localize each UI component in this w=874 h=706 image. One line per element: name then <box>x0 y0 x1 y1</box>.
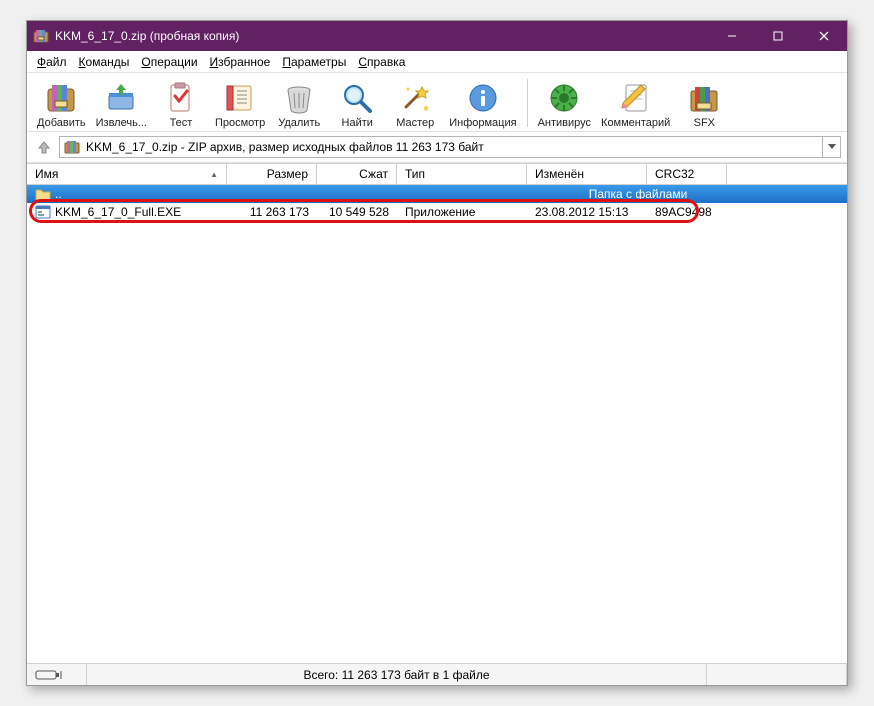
menu-favorites[interactable]: Избранное <box>204 53 277 71</box>
comment-button[interactable]: Комментарий <box>599 79 672 129</box>
status-battery-icon <box>35 669 63 681</box>
header-type[interactable]: Тип <box>397 164 527 184</box>
view-button[interactable]: Просмотр <box>213 79 267 129</box>
wizard-button[interactable]: Мастер <box>389 79 441 129</box>
header-modified[interactable]: Изменён <box>527 164 647 184</box>
wizard-label: Мастер <box>396 117 434 129</box>
file-list[interactable]: .. Папка с файлами KKM_6_17_0_Full.EXE 1… <box>27 185 847 663</box>
menu-operations[interactable]: Операции <box>135 53 203 71</box>
info-label: Информация <box>449 117 516 129</box>
address-dropdown[interactable] <box>823 136 841 158</box>
archive-icon <box>64 139 80 155</box>
antivirus-button[interactable]: Антивирус <box>536 79 593 129</box>
address-text: KKM_6_17_0.zip - ZIP архив, размер исход… <box>86 140 484 154</box>
test-label: Тест <box>170 117 193 129</box>
app-icon <box>33 28 49 44</box>
parent-type: Папка с файлами <box>397 187 847 201</box>
address-field[interactable]: KKM_6_17_0.zip - ZIP архив, размер исход… <box>59 136 823 158</box>
test-button[interactable]: Тест <box>155 79 207 129</box>
file-row[interactable]: KKM_6_17_0_Full.EXE 11 263 173 10 549 52… <box>27 203 847 221</box>
parent-name: .. <box>55 187 62 201</box>
file-name: KKM_6_17_0_Full.EXE <box>55 205 181 219</box>
file-size: 11 263 173 <box>227 205 317 219</box>
sfx-label: SFX <box>694 117 715 129</box>
file-packed: 10 549 528 <box>317 205 397 219</box>
add-label: Добавить <box>37 117 86 129</box>
wizard-icon <box>398 81 432 115</box>
window-title: KKM_6_17_0.zip (пробная копия) <box>55 29 709 43</box>
exe-icon <box>35 204 51 220</box>
info-button[interactable]: Информация <box>447 79 518 129</box>
column-headers: Имя▲ Размер Сжат Тип Изменён CRC32 <box>27 163 847 185</box>
up-button[interactable] <box>33 136 55 158</box>
comment-label: Комментарий <box>601 117 670 129</box>
delete-icon <box>282 81 316 115</box>
header-packed[interactable]: Сжат <box>317 164 397 184</box>
toolbar: Добавить Извлечь... Тест Просмотр Удалит… <box>27 73 847 132</box>
maximize-button[interactable] <box>755 21 801 51</box>
info-icon <box>466 81 500 115</box>
extract-label: Извлечь... <box>96 117 147 129</box>
add-icon <box>44 81 78 115</box>
file-type: Приложение <box>397 205 527 219</box>
folder-up-icon <box>35 186 51 202</box>
test-icon <box>164 81 198 115</box>
menu-commands[interactable]: Команды <box>73 53 136 71</box>
close-button[interactable] <box>801 21 847 51</box>
extract-button[interactable]: Извлечь... <box>94 79 149 129</box>
status-left <box>27 664 87 685</box>
sfx-icon <box>687 81 721 115</box>
file-modified: 23.08.2012 15:13 <box>527 205 647 219</box>
sfx-button[interactable]: SFX <box>678 79 730 129</box>
menu-file[interactable]: Файл <box>31 53 73 71</box>
app-window: KKM_6_17_0.zip (пробная копия) Файл Кома… <box>26 20 848 686</box>
menu-params[interactable]: Параметры <box>276 53 352 71</box>
header-name[interactable]: Имя▲ <box>27 164 227 184</box>
toolbar-separator <box>527 79 528 127</box>
address-bar: KKM_6_17_0.zip - ZIP архив, размер исход… <box>27 132 847 163</box>
view-label: Просмотр <box>215 117 265 129</box>
delete-button[interactable]: Удалить <box>273 79 325 129</box>
header-crc[interactable]: CRC32 <box>647 164 727 184</box>
menubar: Файл Команды Операции Избранное Параметр… <box>27 51 847 73</box>
find-button[interactable]: Найти <box>331 79 383 129</box>
add-button[interactable]: Добавить <box>35 79 88 129</box>
titlebar[interactable]: KKM_6_17_0.zip (пробная копия) <box>27 21 847 51</box>
find-label: Найти <box>342 117 373 129</box>
status-bar: Всего: 11 263 173 байт в 1 файле <box>27 663 847 685</box>
minimize-button[interactable] <box>709 21 755 51</box>
find-icon <box>340 81 374 115</box>
menu-help[interactable]: Справка <box>352 53 411 71</box>
status-right <box>707 664 847 685</box>
status-total: Всего: 11 263 173 байт в 1 файле <box>87 664 707 685</box>
file-crc: 89AC9498 <box>647 205 727 219</box>
antivirus-icon <box>547 81 581 115</box>
view-icon <box>223 81 257 115</box>
comment-icon <box>619 81 653 115</box>
antivirus-label: Антивирус <box>538 117 591 129</box>
parent-folder-row[interactable]: .. Папка с файлами <box>27 185 847 203</box>
extract-icon <box>104 81 138 115</box>
header-size[interactable]: Размер <box>227 164 317 184</box>
delete-label: Удалить <box>278 117 320 129</box>
sort-indicator-icon: ▲ <box>210 170 218 179</box>
